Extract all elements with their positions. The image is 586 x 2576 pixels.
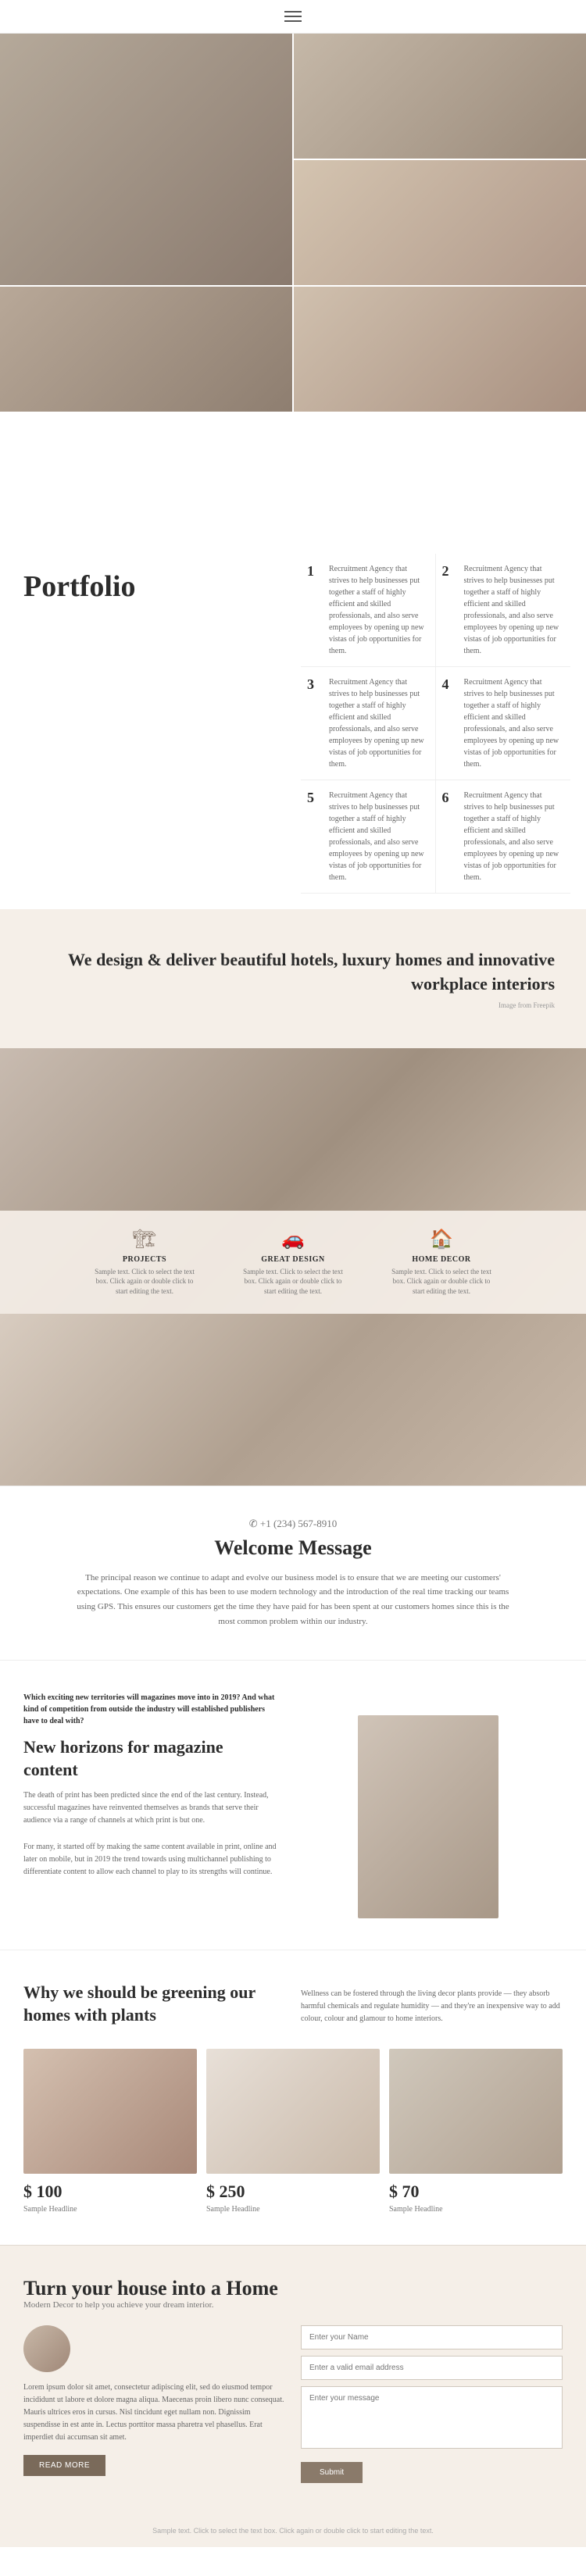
- portfolio-text-4: Recruitment Agency that strives to help …: [464, 676, 565, 770]
- portfolio-text-2: Recruitment Agency that strives to help …: [464, 563, 565, 657]
- magazine-body-1: The death of print has been predicted si…: [23, 1789, 277, 1827]
- big-photo-section: 🏗 PROJECTS Sample text. Click to select …: [0, 1048, 586, 1314]
- magazine-left: Which exciting new territories will maga…: [23, 1692, 293, 1918]
- plant-image-3: [389, 2049, 563, 2174]
- avatar: [23, 2325, 70, 2372]
- design-banner-heading: We design & deliver beautiful hotels, lu…: [31, 948, 555, 997]
- plants-description: Wellness can be fostered through the liv…: [301, 1982, 563, 2026]
- magazine-title: New horizons for magazine content: [23, 1736, 277, 1781]
- portfolio-num-6: 6: [442, 790, 456, 883]
- magazine-body-2: For many, it started off by making the s…: [23, 1841, 277, 1878]
- design-banner-section: We design & deliver beautiful hotels, lu…: [0, 909, 586, 1048]
- hero-image-3: [294, 160, 586, 285]
- plant-card-1: $ 100 Sample Headline: [23, 2049, 197, 2214]
- vase-image: [358, 1715, 498, 1918]
- icon-block-great-design: 🚗 GREAT DESIGN Sample text. Click to sel…: [242, 1228, 344, 1297]
- plant-price-2: $ 250: [206, 2182, 380, 2202]
- welcome-text: The principal reason we continue to adap…: [74, 1571, 512, 1629]
- footer-sample-text: Sample text. Click to select the text bo…: [23, 2527, 563, 2535]
- plant-image-1: [23, 2049, 197, 2174]
- portfolio-text-1: Recruitment Agency that strives to help …: [329, 563, 429, 657]
- portfolio-num-3: 3: [307, 676, 321, 770]
- home-right-column: Submit: [301, 2325, 563, 2483]
- great-design-label: GREAT DESIGN: [242, 1255, 344, 1264]
- hero-grid-section: [0, 34, 586, 538]
- plant-price-1: $ 100: [23, 2182, 197, 2202]
- navigation: [0, 0, 586, 34]
- projects-label: PROJECTS: [94, 1255, 195, 1264]
- read-more-button[interactable]: READ MORE: [23, 2455, 105, 2476]
- portfolio-item-6: 6 Recruitment Agency that strives to hel…: [436, 780, 571, 894]
- portfolio-section: Portfolio 1 Recruitment Agency that stri…: [0, 538, 586, 909]
- portfolio-num-1: 1: [307, 563, 321, 657]
- projects-icon: 🏗: [94, 1228, 195, 1251]
- plant-label-3: Sample Headline: [389, 2205, 563, 2214]
- magazine-right: [293, 1692, 563, 1918]
- home-left-column: Lorem ipsum dolor sit amet, consectetur …: [23, 2325, 285, 2483]
- portfolio-item-5: 5 Recruitment Agency that strives to hel…: [301, 780, 436, 894]
- portfolio-item-4: 4 Recruitment Agency that strives to hel…: [436, 667, 571, 780]
- welcome-title: Welcome Message: [47, 1536, 539, 1560]
- home-subtitle: Modern Decor to help you achieve your dr…: [23, 2300, 563, 2310]
- home-section: Turn your house into a Home Modern Decor…: [0, 2245, 586, 2514]
- plants-section: Why we should be greening our homes with…: [0, 1950, 586, 2244]
- plant-label-2: Sample Headline: [206, 2205, 380, 2214]
- icons-row: 🏗 PROJECTS Sample text. Click to select …: [0, 1211, 586, 1314]
- woman-photo-section: [0, 1314, 586, 1486]
- icon-block-projects: 🏗 PROJECTS Sample text. Click to select …: [94, 1228, 195, 1297]
- icon-block-home-decor: 🏠 HOME DECOR Sample text. Click to selec…: [391, 1228, 492, 1297]
- portfolio-item-3: 3 Recruitment Agency that strives to hel…: [301, 667, 436, 780]
- portfolio-num-4: 4: [442, 676, 456, 770]
- portfolio-text-5: Recruitment Agency that strives to help …: [329, 790, 429, 883]
- projects-desc: Sample text. Click to select the text bo…: [94, 1267, 195, 1297]
- great-design-icon: 🚗: [242, 1228, 344, 1251]
- home-body-text: Lorem ipsum dolor sit amet, consectetur …: [23, 2382, 285, 2444]
- magazine-section: Which exciting new territories will maga…: [0, 1660, 586, 1950]
- portfolio-title: Portfolio: [23, 569, 270, 604]
- portfolio-text-3: Recruitment Agency that strives to help …: [329, 676, 429, 770]
- name-input[interactable]: [301, 2325, 563, 2349]
- submit-button[interactable]: Submit: [301, 2462, 363, 2483]
- design-banner-attribution: Image from Freepik: [31, 1001, 555, 1009]
- plant-card-3: $ 70 Sample Headline: [389, 2049, 563, 2214]
- portfolio-num-5: 5: [307, 790, 321, 883]
- plant-label-1: Sample Headline: [23, 2205, 197, 2214]
- hero-image-5: [294, 287, 586, 412]
- home-title: Turn your house into a Home: [23, 2277, 563, 2300]
- portfolio-grid: 1 Recruitment Agency that strives to hel…: [301, 554, 570, 894]
- footer: Sample text. Click to select the text bo…: [0, 2514, 586, 2547]
- magazine-intro: Which exciting new territories will maga…: [23, 1692, 277, 1727]
- portfolio-num-2: 2: [442, 563, 456, 657]
- hero-image-2: [294, 34, 586, 159]
- plants-title: Why we should be greening our homes with…: [23, 1982, 285, 2026]
- home-decor-icon: 🏠: [391, 1228, 492, 1251]
- great-design-desc: Sample text. Click to select the text bo…: [242, 1267, 344, 1297]
- home-decor-desc: Sample text. Click to select the text bo…: [391, 1267, 492, 1297]
- hamburger-menu[interactable]: [284, 11, 302, 22]
- phone-number: ✆ +1 (234) 567-8910: [47, 1518, 539, 1530]
- email-input[interactable]: [301, 2356, 563, 2380]
- plant-image-2: [206, 2049, 380, 2174]
- plants-images: $ 100 Sample Headline $ 250 Sample Headl…: [23, 2049, 563, 2214]
- portfolio-text-6: Recruitment Agency that strives to help …: [464, 790, 565, 883]
- welcome-section: ✆ +1 (234) 567-8910 Welcome Message The …: [0, 1486, 586, 1661]
- plant-price-3: $ 70: [389, 2182, 563, 2202]
- home-decor-label: HOME DECOR: [391, 1255, 492, 1264]
- plant-card-2: $ 250 Sample Headline: [206, 2049, 380, 2214]
- hero-image-1: [0, 34, 292, 285]
- message-input[interactable]: [301, 2386, 563, 2449]
- portfolio-item-1: 1 Recruitment Agency that strives to hel…: [301, 554, 436, 667]
- portfolio-item-2: 2 Recruitment Agency that strives to hel…: [436, 554, 571, 667]
- hero-image-4: [0, 287, 292, 412]
